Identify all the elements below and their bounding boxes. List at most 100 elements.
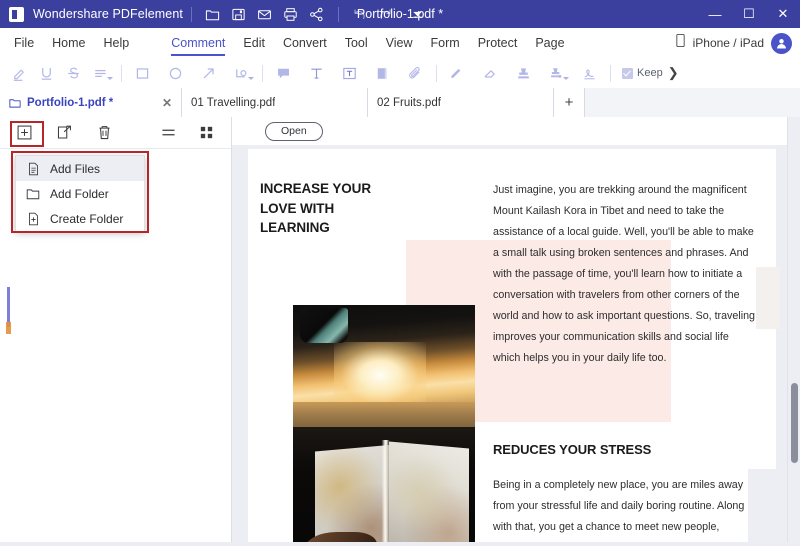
text-box-icon[interactable] bbox=[303, 59, 330, 87]
document-paragraph-2: Being in a completely new place, you are… bbox=[493, 479, 750, 546]
road-trip-map-photo bbox=[293, 305, 475, 546]
menubar-right-group: iPhone / iPad bbox=[675, 28, 792, 58]
vertical-scrollbar[interactable] bbox=[787, 117, 800, 546]
share-icon[interactable] bbox=[304, 1, 330, 27]
undo-icon[interactable] bbox=[347, 1, 373, 27]
open-button[interactable]: Open bbox=[265, 121, 323, 141]
shapes-icon[interactable] bbox=[228, 59, 255, 87]
stamp-icon[interactable] bbox=[510, 59, 537, 87]
keep-checkbox[interactable] bbox=[622, 67, 633, 79]
text-lines-icon[interactable] bbox=[87, 59, 114, 87]
decorative-block-right-bottom bbox=[748, 469, 780, 546]
menu-item-create-folder[interactable]: Create Folder bbox=[16, 206, 144, 231]
menu-item-edit[interactable]: Edit bbox=[243, 28, 265, 58]
more-dropdown-icon[interactable] bbox=[405, 1, 431, 27]
portfolio-item-accent-bar bbox=[7, 287, 10, 327]
chevron-down-icon[interactable] bbox=[563, 77, 569, 80]
stamp-dropdown-icon[interactable] bbox=[543, 59, 570, 87]
menu-item-label: Create Folder bbox=[50, 211, 124, 226]
signature-icon[interactable] bbox=[576, 59, 603, 87]
minimize-button[interactable]: — bbox=[698, 0, 732, 28]
add-tab-button[interactable]: + bbox=[554, 88, 585, 117]
pdf-page: INCREASE YOUR LOVE WITH LEARNING Just im… bbox=[248, 149, 780, 546]
document-topbar: Open bbox=[232, 117, 800, 145]
save-icon[interactable] bbox=[226, 1, 252, 27]
print-icon[interactable] bbox=[278, 1, 304, 27]
title-bar: Wondershare PDFelement Portfolio-1.pdf * bbox=[0, 0, 800, 28]
menu-item-add-files[interactable]: Add Files bbox=[16, 156, 144, 181]
vertical-scrollbar-thumb[interactable] bbox=[791, 383, 798, 463]
menu-item-convert[interactable]: Convert bbox=[283, 28, 327, 58]
tab-close-icon[interactable]: ✕ bbox=[162, 97, 172, 109]
list-view-button[interactable] bbox=[157, 122, 179, 144]
menu-item-help[interactable]: Help bbox=[104, 28, 130, 58]
photo-map-fold bbox=[382, 440, 390, 546]
document-heading-2: REDUCES YOUR STRESS bbox=[493, 442, 652, 457]
portfolio-item-accent-bar-2 bbox=[6, 322, 11, 334]
menu-item-protect[interactable]: Protect bbox=[478, 28, 518, 58]
titlebar-divider-2 bbox=[337, 6, 339, 22]
document-viewer: Open INCREASE YOUR LOVE WITH LEARNING Ju… bbox=[232, 117, 800, 546]
menu-item-page[interactable]: Page bbox=[535, 28, 564, 58]
device-label[interactable]: iPhone / iPad bbox=[693, 36, 764, 50]
folder-open-icon[interactable] bbox=[200, 1, 226, 27]
menu-item-tool[interactable]: Tool bbox=[345, 28, 368, 58]
photo-rearview-mirror bbox=[300, 307, 348, 343]
pencil-icon[interactable] bbox=[444, 59, 471, 87]
grid-view-button[interactable] bbox=[195, 122, 217, 144]
tab-label: Portfolio-1.pdf * bbox=[27, 96, 114, 109]
add-button[interactable] bbox=[13, 122, 35, 144]
strikethrough-icon[interactable] bbox=[60, 59, 87, 87]
app-logo-icon bbox=[9, 6, 24, 22]
keep-label: Keep bbox=[637, 67, 663, 79]
email-icon[interactable] bbox=[252, 1, 278, 27]
menu-item-label: Add Files bbox=[50, 161, 101, 176]
photo-sun-glow bbox=[334, 342, 427, 409]
arrow-icon[interactable] bbox=[195, 59, 222, 87]
ellipse-icon[interactable] bbox=[162, 59, 189, 87]
tab-portfolio-1[interactable]: Portfolio-1.pdf * ✕ bbox=[0, 88, 182, 117]
tab-label: 02 Fruits.pdf bbox=[377, 96, 441, 109]
rectangle-icon[interactable] bbox=[129, 59, 156, 87]
chevron-down-icon[interactable] bbox=[107, 77, 113, 80]
document-canvas[interactable]: INCREASE YOUR LOVE WITH LEARNING Just im… bbox=[232, 145, 800, 546]
avatar[interactable] bbox=[771, 32, 792, 54]
menu-item-file[interactable]: File bbox=[14, 28, 34, 58]
ribbon-divider-1 bbox=[121, 64, 122, 82]
folder-icon bbox=[25, 186, 41, 202]
document-paragraph-1: Just imagine, you are trekking around th… bbox=[493, 184, 755, 364]
close-button[interactable]: ✕ bbox=[766, 0, 800, 28]
menu-item-form[interactable]: Form bbox=[431, 28, 460, 58]
menu-item-view[interactable]: View bbox=[386, 28, 413, 58]
highlight-icon[interactable] bbox=[6, 59, 33, 87]
attachment-icon[interactable] bbox=[402, 59, 429, 87]
area-highlight-icon[interactable] bbox=[369, 59, 396, 87]
menu-item-add-folder[interactable]: Add Folder bbox=[16, 181, 144, 206]
chevron-down-icon[interactable] bbox=[248, 77, 254, 80]
file-icon bbox=[25, 161, 41, 177]
redo-icon[interactable] bbox=[373, 1, 399, 27]
keep-tool-toggle[interactable]: Keep ❯ bbox=[622, 65, 679, 81]
tab-label: 01 Travelling.pdf bbox=[191, 96, 276, 109]
pdfelement-window: Wondershare PDFelement Portfolio-1.pdf * bbox=[0, 0, 800, 546]
add-dropdown-menu: Add Files Add Folder Create Folder bbox=[15, 155, 145, 232]
tab-02-fruits[interactable]: 02 Fruits.pdf bbox=[368, 88, 554, 117]
ribbon-overflow-chevron-icon[interactable]: ❯ bbox=[668, 65, 679, 81]
file-tab-bar: Portfolio-1.pdf * ✕ 01 Travelling.pdf 02… bbox=[0, 88, 800, 118]
decorative-block-right-top bbox=[756, 267, 780, 329]
menu-item-comment[interactable]: Comment bbox=[171, 28, 226, 58]
menu-item-home[interactable]: Home bbox=[52, 28, 85, 58]
maximize-button[interactable]: ☐ bbox=[732, 0, 766, 28]
eraser-icon[interactable] bbox=[477, 59, 504, 87]
underline-icon[interactable] bbox=[33, 59, 60, 87]
delete-button[interactable] bbox=[93, 122, 115, 144]
note-icon[interactable] bbox=[270, 59, 297, 87]
extract-button[interactable] bbox=[53, 122, 75, 144]
comment-ribbon-toolbar: Keep ❯ bbox=[0, 58, 800, 89]
portfolio-folder-icon bbox=[9, 97, 21, 109]
tabbar-empty-space bbox=[585, 88, 800, 117]
text-field-icon[interactable] bbox=[336, 59, 363, 87]
titlebar-divider-1 bbox=[190, 6, 192, 22]
tab-01-travelling[interactable]: 01 Travelling.pdf bbox=[182, 88, 368, 117]
menu-item-label: Add Folder bbox=[50, 186, 109, 201]
